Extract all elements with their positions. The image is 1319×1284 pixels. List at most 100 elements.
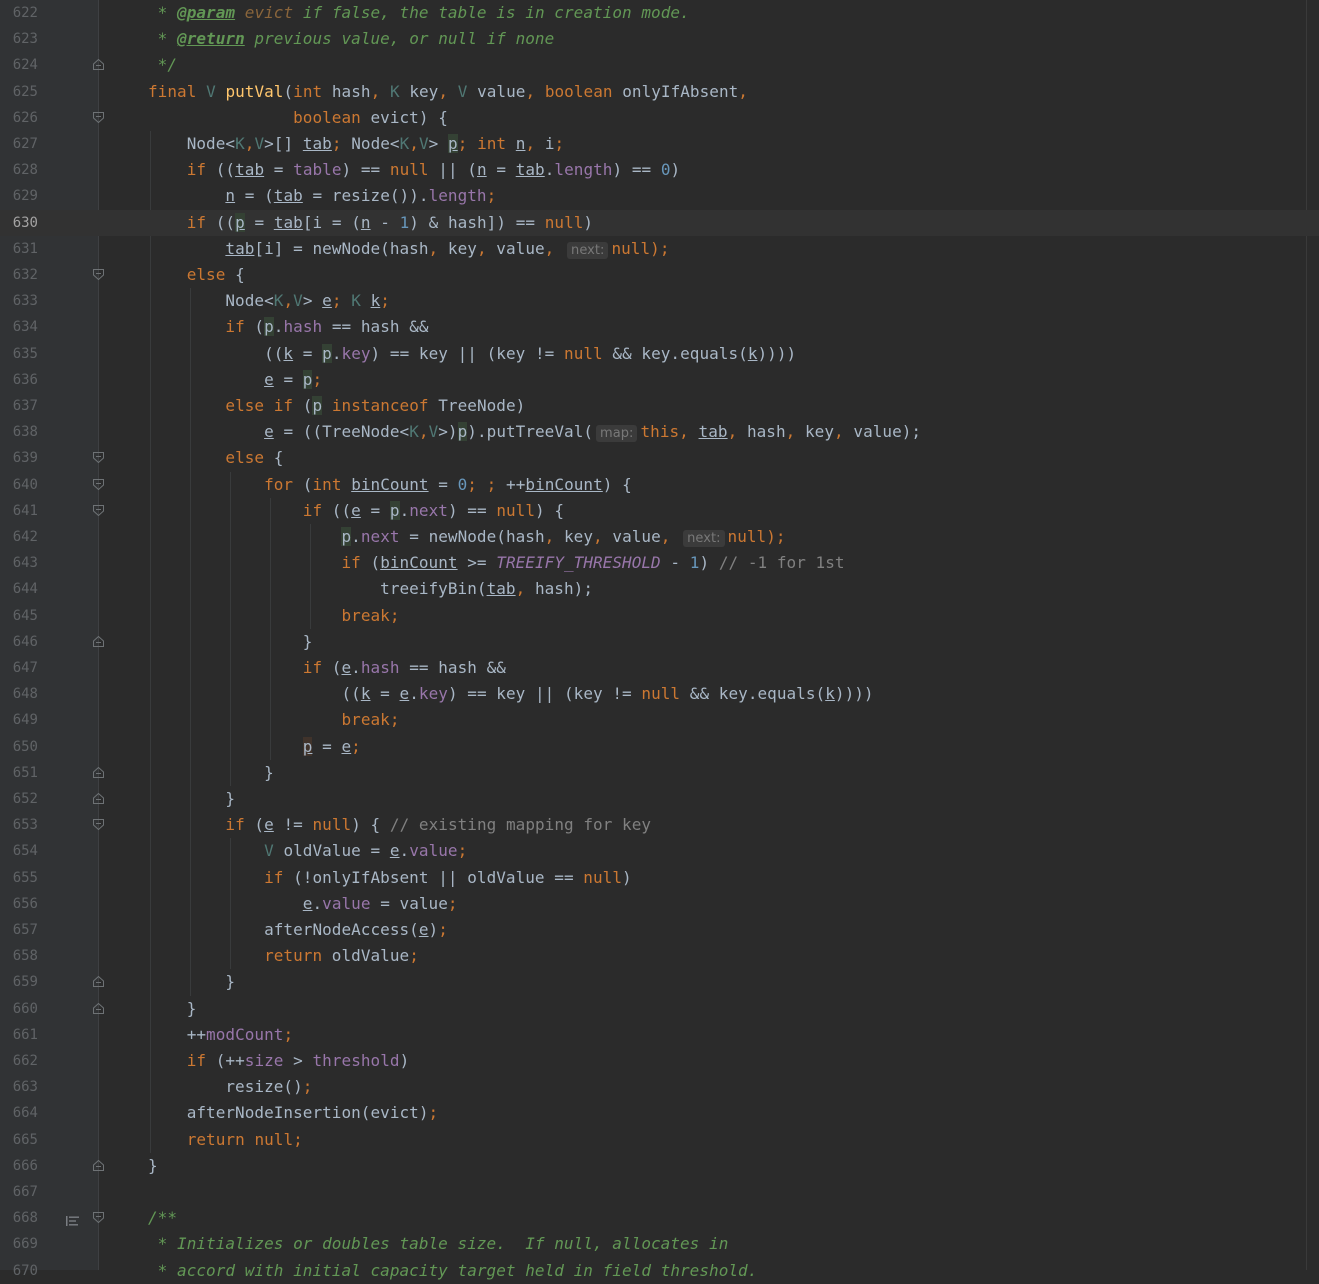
code-text[interactable]: }	[148, 969, 235, 995]
code-text[interactable]: else {	[148, 445, 283, 471]
code-line[interactable]: 634 if (p.hash == hash &&	[0, 314, 1319, 340]
code-line[interactable]: 652 }	[0, 786, 1319, 812]
code-line[interactable]: 663 resize();	[0, 1074, 1319, 1100]
code-line[interactable]: 658 return oldValue;	[0, 943, 1319, 969]
code-text[interactable]: * accord with initial capacity target he…	[148, 1258, 758, 1284]
code-line[interactable]: 639 else {	[0, 445, 1319, 471]
code-line[interactable]: 636 e = p;	[0, 367, 1319, 393]
code-line[interactable]: 623 * @return previous value, or null if…	[0, 26, 1319, 52]
code-line[interactable]: 654 V oldValue = e.value;	[0, 838, 1319, 864]
line-number[interactable]: 632	[0, 262, 38, 288]
code-text[interactable]: break;	[148, 603, 400, 629]
code-text[interactable]: return oldValue;	[148, 943, 419, 969]
fold-end-icon[interactable]	[93, 976, 104, 988]
code-text[interactable]: if (e.hash == hash &&	[148, 655, 506, 681]
code-text[interactable]: * @return previous value, or null if non…	[148, 26, 555, 52]
line-number[interactable]: 640	[0, 472, 38, 498]
code-line[interactable]: 651 }	[0, 760, 1319, 786]
line-number[interactable]: 653	[0, 812, 38, 838]
code-text[interactable]: if (e != null) { // existing mapping for…	[148, 812, 651, 838]
fold-end-icon[interactable]	[93, 1002, 104, 1014]
line-number[interactable]: 668	[0, 1205, 38, 1231]
code-text[interactable]: for (int binCount = 0; ; ++binCount) {	[148, 472, 632, 498]
code-text[interactable]: return null;	[148, 1127, 303, 1153]
line-number[interactable]: 667	[0, 1179, 38, 1205]
line-number[interactable]: 651	[0, 760, 38, 786]
line-number[interactable]: 670	[0, 1258, 38, 1284]
code-line[interactable]: 649 break;	[0, 707, 1319, 733]
fold-end-icon[interactable]	[93, 59, 104, 71]
fold-collapse-icon[interactable]	[93, 504, 104, 516]
line-number[interactable]: 661	[0, 1022, 38, 1048]
line-number[interactable]: 646	[0, 629, 38, 655]
code-line[interactable]: 647 if (e.hash == hash &&	[0, 655, 1319, 681]
code-text[interactable]: resize();	[148, 1074, 312, 1100]
line-number[interactable]: 637	[0, 393, 38, 419]
line-number[interactable]: 647	[0, 655, 38, 681]
code-line[interactable]: 661 ++modCount;	[0, 1022, 1319, 1048]
line-number[interactable]: 645	[0, 603, 38, 629]
code-text[interactable]: tab[i] = newNode(hash, key, value, next:…	[148, 236, 670, 264]
line-number[interactable]: 654	[0, 838, 38, 864]
code-line[interactable]: 650 p = e;	[0, 734, 1319, 760]
line-number[interactable]: 625	[0, 79, 38, 105]
line-number[interactable]: 624	[0, 52, 38, 78]
code-line[interactable]: 622 * @param evict if false, the table i…	[0, 0, 1319, 26]
code-text[interactable]: ((k = e.key) == key || (key != null && k…	[148, 681, 874, 707]
code-line[interactable]: 633 Node<K,V> e; K k;	[0, 288, 1319, 314]
code-text[interactable]: * Initializes or doubles table size. If …	[148, 1231, 729, 1257]
fold-end-icon[interactable]	[93, 635, 104, 647]
line-number[interactable]: 634	[0, 314, 38, 340]
code-line[interactable]: 670 * accord with initial capacity targe…	[0, 1258, 1319, 1284]
line-number[interactable]: 650	[0, 734, 38, 760]
code-text[interactable]: }	[148, 1153, 158, 1179]
code-line[interactable]: 637 else if (p instanceof TreeNode)	[0, 393, 1319, 419]
code-line[interactable]: 625 final V putVal(int hash, K key, V val…	[0, 79, 1319, 105]
code-line[interactable]: 629 n = (tab = resize()).length;	[0, 183, 1319, 209]
code-line[interactable]: 626 boolean evict) {	[0, 105, 1319, 131]
code-line[interactable]: 638 e = ((TreeNode<K,V>)p).putTreeVal(ma…	[0, 419, 1319, 445]
line-number[interactable]: 628	[0, 157, 38, 183]
code-line[interactable]: 635 ((k = p.key) == key || (key != null …	[0, 341, 1319, 367]
line-number[interactable]: 641	[0, 498, 38, 524]
line-number[interactable]: 642	[0, 524, 38, 550]
line-number[interactable]: 622	[0, 0, 38, 26]
code-line[interactable]: 642 p.next = newNode(hash, key, value, n…	[0, 524, 1319, 550]
code-text[interactable]: boolean evict) {	[148, 105, 448, 131]
code-line[interactable]: 631 tab[i] = newNode(hash, key, value, n…	[0, 236, 1319, 262]
line-number[interactable]: 644	[0, 576, 38, 602]
code-text[interactable]: V oldValue = e.value;	[148, 838, 467, 864]
line-number[interactable]: 655	[0, 865, 38, 891]
code-text[interactable]: }	[148, 629, 313, 655]
fold-collapse-icon[interactable]	[93, 111, 104, 123]
code-text[interactable]: p = e;	[148, 734, 361, 760]
code-text[interactable]: e = p;	[148, 367, 322, 393]
fold-end-icon[interactable]	[93, 793, 104, 804]
code-text[interactable]: if (++size > threshold)	[148, 1048, 410, 1074]
fold-end-icon[interactable]	[93, 1159, 104, 1171]
line-number[interactable]: 627	[0, 131, 38, 157]
line-number[interactable]: 633	[0, 288, 38, 314]
code-text[interactable]: if (p.hash == hash &&	[148, 314, 429, 340]
fold-end-icon[interactable]	[93, 766, 104, 778]
code-text[interactable]: final V putVal(int hash, K key, V value,…	[148, 79, 748, 105]
line-number[interactable]: 630	[0, 210, 38, 236]
code-line[interactable]: 644 treeifyBin(tab, hash);	[0, 576, 1319, 602]
code-text[interactable]: * @param evict if false, the table is in…	[148, 0, 690, 26]
code-line[interactable]: 624 */	[0, 52, 1319, 78]
line-number[interactable]: 623	[0, 26, 38, 52]
code-text[interactable]: }	[148, 786, 235, 812]
line-number[interactable]: 662	[0, 1048, 38, 1074]
code-line[interactable]: 641 if ((e = p.next) == null) {	[0, 498, 1319, 524]
code-text[interactable]: n = (tab = resize()).length;	[148, 183, 496, 209]
code-line[interactable]: 632 else {	[0, 262, 1319, 288]
fold-collapse-icon[interactable]	[93, 819, 104, 831]
code-text[interactable]: ((k = p.key) == key || (key != null && k…	[148, 341, 796, 367]
code-text[interactable]: Node<K,V>[] tab; Node<K,V> p; int n, i;	[148, 131, 564, 157]
line-number[interactable]: 666	[0, 1153, 38, 1179]
line-number[interactable]: 665	[0, 1127, 38, 1153]
code-line[interactable]: 646 }	[0, 629, 1319, 655]
code-text[interactable]: if (!onlyIfAbsent || oldValue == null)	[148, 865, 632, 891]
code-line[interactable]: 655 if (!onlyIfAbsent || oldValue == nul…	[0, 865, 1319, 891]
code-text[interactable]: break;	[148, 707, 400, 733]
